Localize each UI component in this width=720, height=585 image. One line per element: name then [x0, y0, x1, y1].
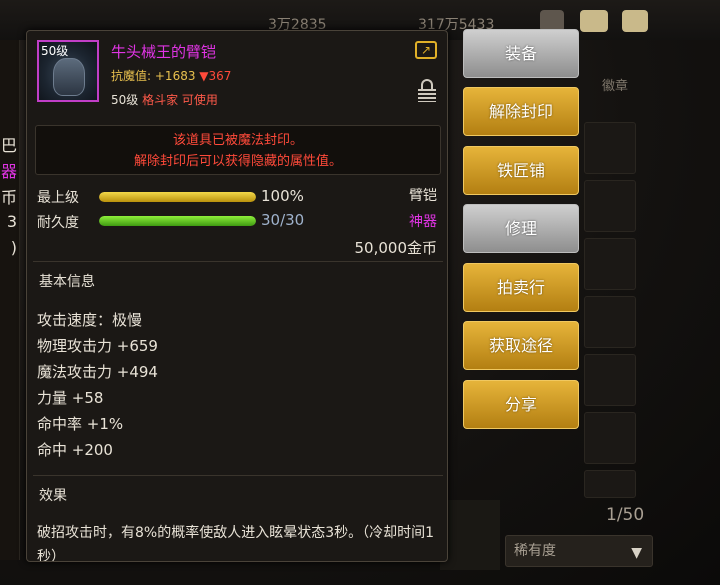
left-fragment: ): [10, 238, 17, 257]
inventory-counter: 1/50: [606, 505, 645, 525]
left-fragment: 器: [0, 162, 17, 181]
durability-bar: [99, 216, 256, 226]
inventory-slot[interactable]: [584, 180, 636, 232]
lock-icon[interactable]: [418, 79, 436, 103]
max-level-label: 最上级: [37, 190, 79, 206]
inventory-slot[interactable]: [584, 412, 636, 464]
left-fragment: 币: [0, 188, 17, 207]
class-line: 50级 格斗家 可使用: [111, 91, 218, 108]
mail-icon[interactable]: [580, 10, 608, 32]
effect-title: 效果: [39, 488, 67, 504]
divider: [33, 261, 443, 262]
durability-fill: [99, 216, 256, 226]
auction-button[interactable]: 拍卖行: [463, 263, 579, 312]
stat-line: 魔法攻击力 +494: [37, 363, 158, 381]
max-level-bar: [99, 192, 256, 202]
item-type: 臂铠: [409, 188, 437, 204]
level-requirement: 50级: [111, 93, 139, 107]
basic-info-title: 基本信息: [39, 274, 95, 290]
resist-value: +1683: [154, 69, 196, 83]
stat-line: 命中 +200: [37, 441, 113, 459]
inventory-slot[interactable]: [584, 238, 636, 290]
obtain-source-button[interactable]: 获取途径: [463, 321, 579, 370]
blacksmith-button[interactable]: 铁匠铺: [463, 146, 579, 195]
stat-line: 物理攻击力 +659: [37, 337, 158, 355]
item-rarity: 神器: [409, 214, 437, 230]
stat-line: 命中率 +1%: [37, 415, 124, 433]
item-level-badge: 50级: [41, 44, 69, 58]
unseal-button[interactable]: 解除封印: [463, 87, 579, 136]
resist-line: 抗魔值: +1683 ▼367: [111, 67, 231, 84]
stat-line: 力量 +58: [37, 389, 104, 407]
item-icon: 50级: [37, 40, 99, 102]
job-requirement: 格斗家 可使用: [142, 93, 218, 107]
seal-line: 解除封印后可以获得隐藏的属性值。: [133, 154, 342, 169]
durability-value: 30/30: [261, 211, 305, 229]
armguard-icon: [53, 58, 85, 96]
max-level-fill: [99, 192, 256, 202]
max-level-value: 100%: [261, 187, 304, 205]
seal-notice: 该道具已被魔法封印。 解除封印后可以获得隐藏的属性值。: [35, 125, 441, 175]
stat-line: 攻击速度：极慢: [37, 311, 143, 329]
chat-icon[interactable]: [622, 10, 648, 32]
sort-dropdown-label: 稀有度: [514, 543, 556, 559]
dropdown-triangle-icon: ▼: [631, 545, 642, 561]
share-button[interactable]: 分享: [463, 380, 579, 429]
inventory-slot[interactable]: [584, 470, 636, 498]
left-character-panel: 巴 器 币 3 ): [0, 40, 20, 560]
inventory-slot[interactable]: [584, 122, 636, 174]
left-fragment: 3: [6, 212, 17, 231]
item-price: 50,000金币: [354, 239, 438, 257]
item-name: 牛头械王的臂铠: [111, 43, 217, 61]
repair-button[interactable]: 修理: [463, 204, 579, 253]
item-tooltip: 50级 牛头械王的臂铠 抗魔值: +1683 ▼367 50级 格斗家 可使用 …: [26, 30, 448, 562]
effect-text: 破招攻击时，有8%的概率使敌人进入眩晕状态3秒。（冷却时间1秒）: [37, 525, 435, 562]
resist-label: 抗魔值:: [111, 69, 152, 83]
inventory-slot[interactable]: [584, 354, 636, 406]
resist-down: ▼367: [199, 69, 232, 83]
share-icon[interactable]: ↗: [415, 41, 437, 59]
durability-label: 耐久度: [37, 215, 79, 231]
tab-badge[interactable]: 徽章: [580, 72, 650, 102]
seal-line: 该道具已被魔法封印。: [172, 133, 303, 148]
left-fragment: 巴: [0, 136, 17, 155]
inventory-slot[interactable]: [584, 296, 636, 348]
equip-button[interactable]: 装备: [463, 29, 579, 78]
sort-dropdown[interactable]: 稀有度 ▼: [505, 535, 653, 567]
divider: [33, 475, 443, 476]
shop-icon[interactable]: [440, 500, 500, 570]
